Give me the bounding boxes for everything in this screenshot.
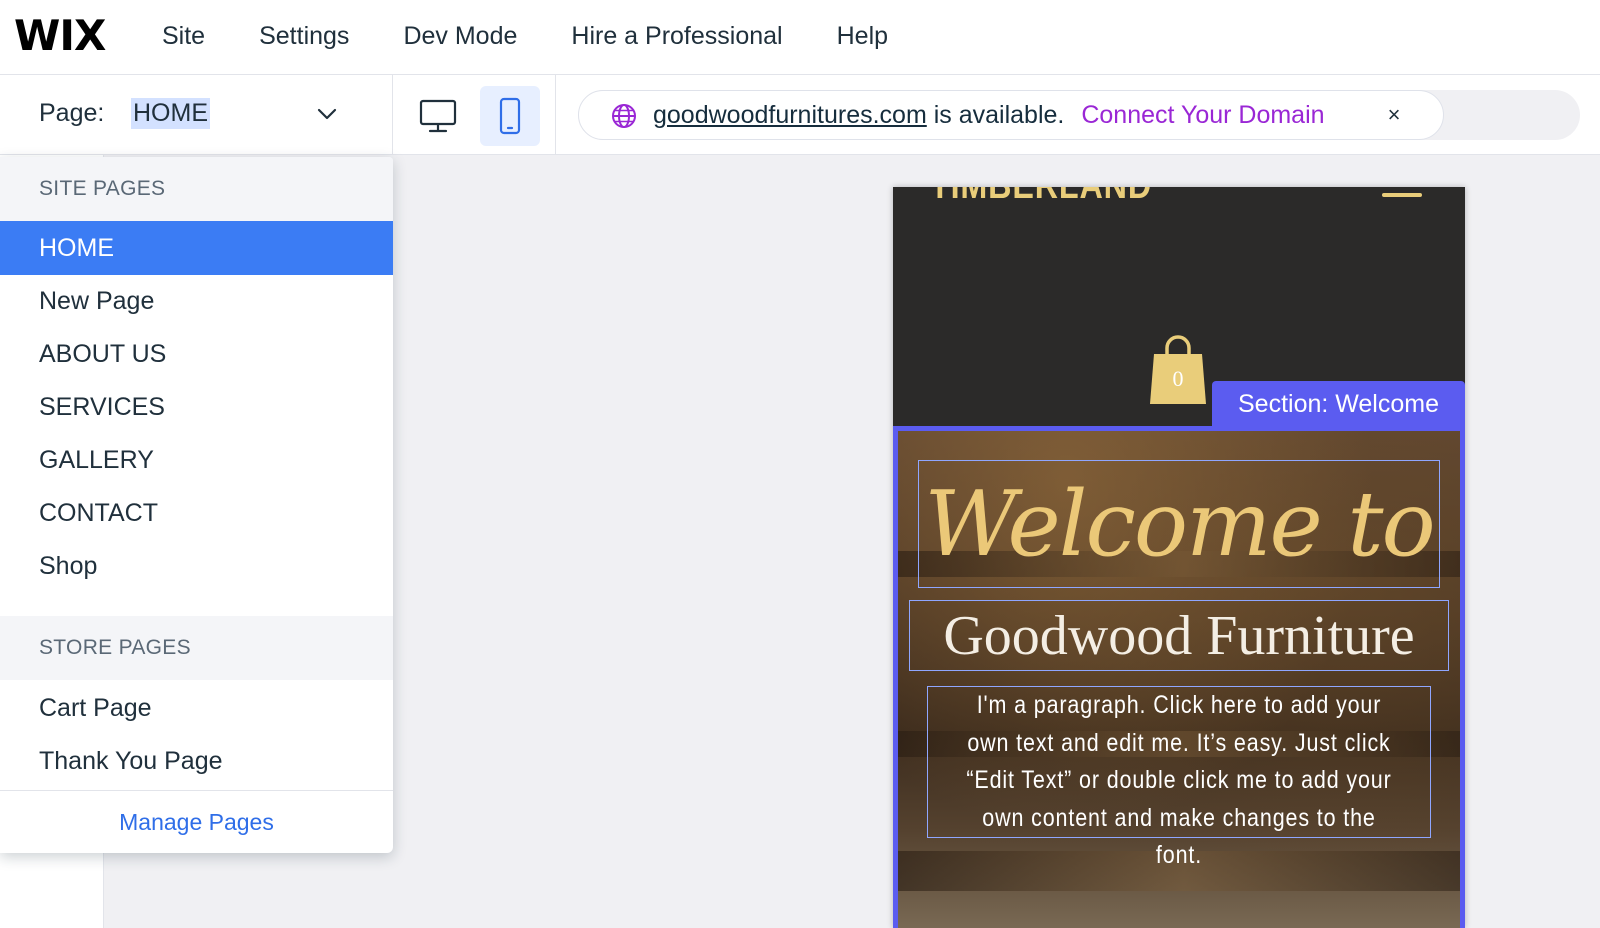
- dropdown-footer: Manage Pages: [0, 790, 393, 853]
- desktop-view-button[interactable]: [408, 86, 468, 146]
- page-item-new-page[interactable]: New Page: [0, 274, 393, 328]
- page-selector-label: Page:: [39, 99, 105, 127]
- close-icon[interactable]: ×: [1383, 104, 1405, 126]
- mobile-icon: [499, 97, 521, 135]
- top-menu: Site Settings Dev Mode Hire a Profession…: [162, 0, 942, 72]
- chevron-down-icon[interactable]: [316, 105, 338, 123]
- cart-count: 0: [1173, 366, 1184, 391]
- domain-message: goodwoodfurnitures.com is available. Con…: [653, 101, 1325, 130]
- intro-paragraph-text: I'm a paragraph. Click here to add your …: [966, 691, 1392, 869]
- page-item-gallery[interactable]: GALLERY: [0, 433, 393, 487]
- wix-logo[interactable]: WIX: [14, 10, 106, 62]
- editor-topbar: WIX Site Settings Dev Mode Hire a Profes…: [0, 0, 1600, 75]
- intro-paragraph[interactable]: I'm a paragraph. Click here to add your …: [927, 686, 1431, 869]
- page-item-contact[interactable]: CONTACT: [0, 486, 393, 540]
- pages-dropdown: SITE PAGES HOME New Page ABOUT US SERVIC…: [0, 157, 393, 853]
- page-selector[interactable]: Page: HOME: [0, 75, 393, 155]
- domain-pill: goodwoodfurnitures.com is available. Con…: [578, 90, 1444, 140]
- connect-domain-link[interactable]: Connect Your Domain: [1081, 101, 1324, 129]
- page-item-home[interactable]: HOME: [0, 221, 393, 275]
- shopping-bag-icon[interactable]: 0: [1148, 334, 1208, 406]
- menu-site[interactable]: Site: [162, 0, 205, 72]
- menu-help[interactable]: Help: [837, 0, 888, 72]
- manage-pages-button[interactable]: Manage Pages: [0, 791, 393, 853]
- section-label[interactable]: Section: Welcome: [1212, 381, 1465, 428]
- globe-icon: [612, 104, 636, 128]
- page-item-services[interactable]: SERVICES: [0, 380, 393, 434]
- page-item-thank-you[interactable]: Thank You Page: [0, 734, 393, 788]
- menu-dev-mode[interactable]: Dev Mode: [403, 0, 517, 72]
- page-item-shop[interactable]: Shop: [0, 539, 393, 593]
- domain-banner: goodwoodfurnitures.com is available. Con…: [578, 90, 1580, 140]
- mobile-canvas[interactable]: TIMBERLAND 0 Section: Welcome Welcome to…: [893, 187, 1465, 928]
- welcome-heading[interactable]: Welcome to: [918, 460, 1440, 588]
- site-logo[interactable]: TIMBERLAND: [930, 187, 1152, 208]
- page-selector-current[interactable]: HOME: [131, 98, 210, 129]
- page-item-cart[interactable]: Cart Page: [0, 681, 393, 735]
- editor-subbar: Page: HOME goodwoodfurnitures.com is ava…: [0, 75, 1600, 155]
- device-switch: [393, 75, 556, 155]
- menu-hire-professional[interactable]: Hire a Professional: [571, 0, 782, 72]
- brand-heading[interactable]: Goodwood Furniture: [909, 600, 1449, 671]
- menu-settings[interactable]: Settings: [259, 0, 349, 72]
- mobile-view-button[interactable]: [480, 86, 540, 146]
- welcome-section[interactable]: Welcome to Goodwood Furniture I'm a para…: [893, 426, 1465, 928]
- page-item-about-us[interactable]: ABOUT US: [0, 327, 393, 381]
- domain-name-link[interactable]: goodwoodfurnitures.com: [653, 101, 927, 129]
- domain-status: is available.: [933, 101, 1065, 129]
- site-pages-header: SITE PAGES: [0, 157, 393, 221]
- desktop-icon: [419, 99, 457, 133]
- store-pages-header: STORE PAGES: [0, 616, 393, 680]
- hamburger-menu-icon[interactable]: [1382, 193, 1422, 197]
